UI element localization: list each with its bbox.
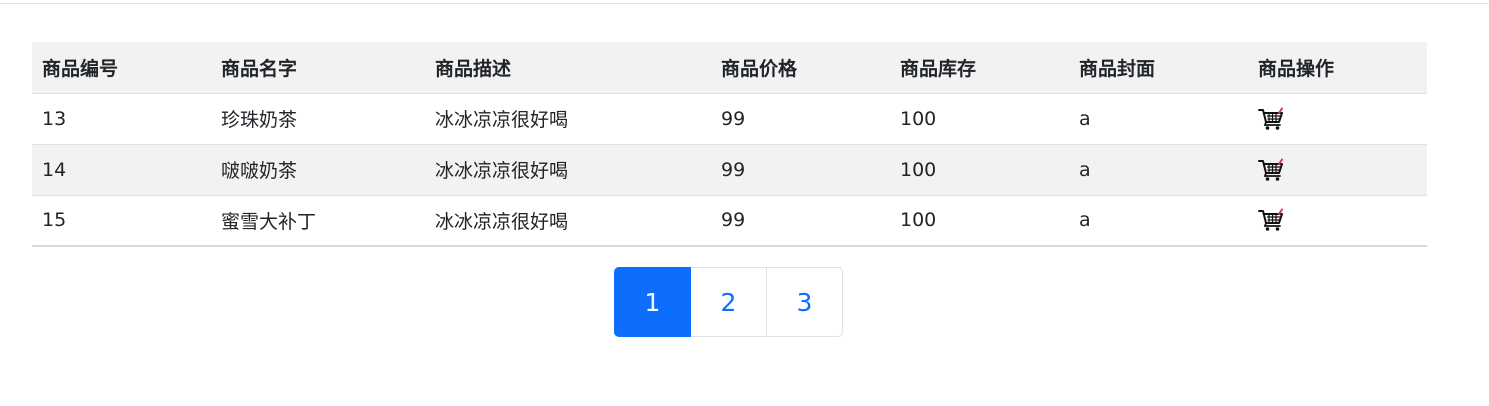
table-row: 15 蜜雪大补丁 冰冰凉凉很好喝 99 100 a [32, 195, 1427, 247]
shopping-cart-icon[interactable] [1258, 107, 1284, 131]
header-product-name: 商品名字 [211, 42, 425, 94]
product-cover-cell: a [1069, 195, 1248, 247]
product-description-cell: 冰冰凉凉很好喝 [425, 195, 711, 247]
product-stock-cell: 100 [890, 93, 1069, 145]
shopping-cart-icon[interactable] [1258, 158, 1284, 182]
product-table-body: 13 珍珠奶茶 冰冰凉凉很好喝 99 100 a 14 啵啵奶茶 冰冰凉凉很好喝… [32, 93, 1427, 247]
product-name-cell: 啵啵奶茶 [211, 144, 425, 196]
product-id-cell: 14 [32, 144, 211, 196]
product-action-cell [1248, 195, 1427, 247]
product-name-cell: 珍珠奶茶 [211, 93, 425, 145]
header-product-description: 商品描述 [425, 42, 711, 94]
top-divider [0, 3, 1489, 4]
header-product-cover: 商品封面 [1069, 42, 1248, 94]
product-cover-cell: a [1069, 93, 1248, 145]
page-button-3[interactable]: 3 [766, 267, 843, 337]
product-table-header: 商品编号 商品名字 商品描述 商品价格 商品库存 商品封面 商品操作 [32, 42, 1427, 94]
product-description-cell: 冰冰凉凉很好喝 [425, 93, 711, 145]
pagination: 1 2 3 [614, 267, 843, 337]
table-row: 14 啵啵奶茶 冰冰凉凉很好喝 99 100 a [32, 144, 1427, 196]
product-id-cell: 15 [32, 195, 211, 247]
product-cover-cell: a [1069, 144, 1248, 196]
product-action-cell [1248, 144, 1427, 196]
header-product-price: 商品价格 [711, 42, 890, 94]
product-stock-cell: 100 [890, 144, 1069, 196]
header-product-stock: 商品库存 [890, 42, 1069, 94]
page-button-2[interactable]: 2 [690, 267, 767, 337]
shopping-cart-icon[interactable] [1258, 208, 1284, 232]
product-price-cell: 99 [711, 93, 890, 145]
product-description-cell: 冰冰凉凉很好喝 [425, 144, 711, 196]
header-product-id: 商品编号 [32, 42, 211, 94]
header-row: 商品编号 商品名字 商品描述 商品价格 商品库存 商品封面 商品操作 [32, 42, 1427, 94]
product-table: 商品编号 商品名字 商品描述 商品价格 商品库存 商品封面 商品操作 13 珍珠… [32, 42, 1427, 247]
table-row: 13 珍珠奶茶 冰冰凉凉很好喝 99 100 a [32, 93, 1427, 145]
product-stock-cell: 100 [890, 195, 1069, 247]
product-price-cell: 99 [711, 144, 890, 196]
product-id-cell: 13 [32, 93, 211, 145]
product-name-cell: 蜜雪大补丁 [211, 195, 425, 247]
product-table-container: 商品编号 商品名字 商品描述 商品价格 商品库存 商品封面 商品操作 13 珍珠… [32, 42, 1427, 247]
product-action-cell [1248, 93, 1427, 145]
header-product-actions: 商品操作 [1248, 42, 1427, 94]
page-button-1[interactable]: 1 [614, 267, 691, 337]
product-price-cell: 99 [711, 195, 890, 247]
